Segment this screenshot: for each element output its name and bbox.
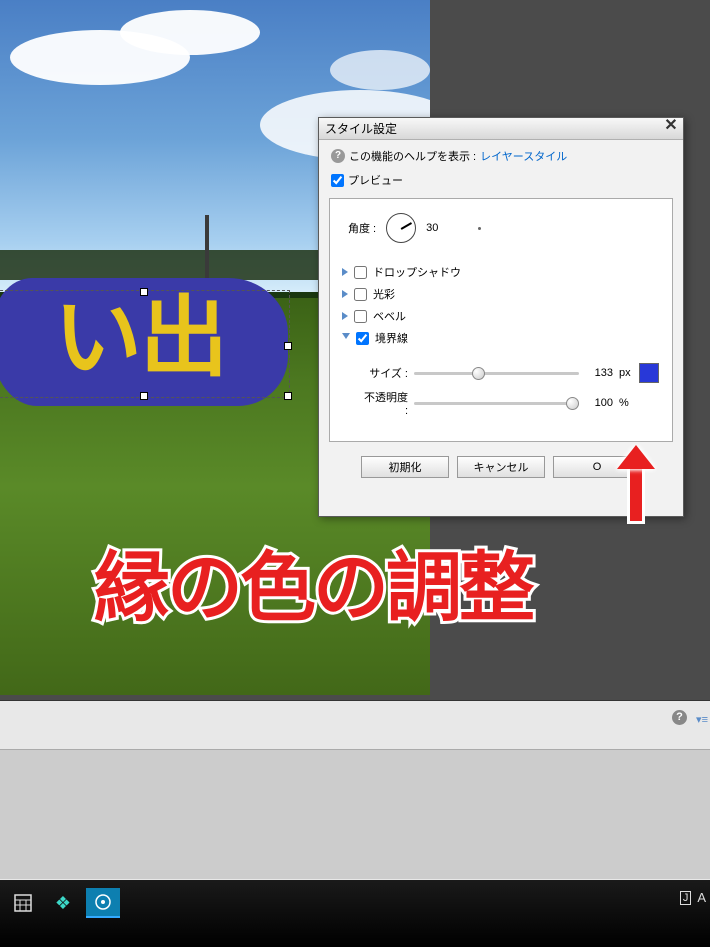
bevel-label: ベベル [373, 308, 406, 324]
slider-thumb[interactable] [566, 397, 579, 410]
help-row: ? この機能のヘルプを表示 : レイヤースタイル [319, 140, 683, 172]
help-icon[interactable]: ? [331, 149, 345, 163]
opacity-label: 不透明度 : [360, 389, 408, 417]
angle-dial[interactable] [386, 213, 416, 243]
taskbar-photoshop-elements-icon[interactable] [86, 888, 120, 918]
preview-label: プレビュー [348, 172, 403, 188]
glow-checkbox[interactable] [354, 288, 367, 301]
help-icon[interactable]: ? [672, 710, 687, 725]
angle-extra-dot [478, 227, 481, 230]
size-slider[interactable] [414, 372, 579, 375]
dialog-titlebar[interactable]: スタイル設定 ✕ [319, 118, 683, 140]
preview-checkbox[interactable] [331, 174, 344, 187]
slider-thumb[interactable] [472, 367, 485, 380]
transform-handle[interactable] [140, 288, 148, 296]
reset-button[interactable]: 初期化 [361, 456, 449, 478]
close-icon[interactable]: ✕ [661, 117, 681, 137]
drop-shadow-checkbox[interactable] [354, 266, 367, 279]
selection-box [0, 290, 290, 398]
taskbar: ❖ J A [0, 880, 710, 947]
disclosure-icon[interactable] [342, 290, 348, 298]
transform-handle[interactable] [284, 342, 292, 350]
size-unit: px [619, 367, 633, 379]
ime-indicator-icon[interactable]: J [680, 891, 692, 905]
disclosure-icon[interactable] [342, 268, 348, 276]
drop-shadow-row: ドロップシャドウ [342, 261, 660, 283]
taskbar-calculator-icon[interactable] [6, 888, 40, 918]
glow-label: 光彩 [373, 286, 395, 302]
preview-row: プレビュー [319, 172, 683, 198]
dropdown-icon[interactable]: ▾≡ [696, 713, 708, 726]
annotation-text: 縁の色の調整 [94, 526, 532, 636]
angle-row: 角度 : 30 [342, 213, 660, 243]
annotation-arrow-icon [621, 445, 651, 521]
sky-decoration [330, 50, 430, 90]
angle-value: 30 [426, 222, 438, 234]
bevel-checkbox[interactable] [354, 310, 367, 323]
taskbar-tray: J A [680, 890, 706, 905]
stroke-checkbox[interactable] [356, 332, 369, 345]
stroke-row: 境界線 [342, 327, 660, 349]
stroke-color-swatch[interactable] [639, 363, 659, 383]
disclosure-icon[interactable] [342, 333, 350, 343]
bevel-row: ベベル [342, 305, 660, 327]
size-label: サイズ : [360, 365, 408, 381]
opacity-value: 100 [585, 397, 613, 409]
glow-row: 光彩 [342, 283, 660, 305]
transform-handle[interactable] [140, 392, 148, 400]
taskbar-app-icon[interactable]: ❖ [46, 888, 80, 918]
angle-label: 角度 : [348, 220, 376, 236]
opacity-slider[interactable] [414, 402, 579, 405]
disclosure-icon[interactable] [342, 312, 348, 320]
opacity-unit: % [619, 397, 633, 409]
stroke-settings: サイズ : 133 px 不透明度 : 100 % [342, 349, 660, 417]
sky-decoration [120, 10, 260, 55]
thumbnail-strip[interactable] [0, 749, 710, 879]
pole-decoration [205, 215, 209, 280]
help-prefix: この機能のヘルプを表示 : [349, 148, 476, 164]
drop-shadow-label: ドロップシャドウ [373, 264, 461, 280]
dialog-title: スタイル設定 [325, 120, 397, 137]
ime-mode[interactable]: A [697, 890, 706, 905]
opacity-slider-row: 不透明度 : 100 % [360, 389, 660, 417]
text-layer-selection[interactable]: い出 [0, 278, 288, 406]
transform-handle[interactable] [284, 392, 292, 400]
cancel-button[interactable]: キャンセル [457, 456, 545, 478]
size-value: 133 [585, 367, 613, 379]
lower-panel: ? ▾≡ [0, 700, 710, 880]
help-link[interactable]: レイヤースタイル [480, 148, 567, 164]
effects-panel: 角度 : 30 ドロップシャドウ 光彩 ベベル 境界線 [329, 198, 673, 442]
stroke-label: 境界線 [375, 330, 408, 346]
size-slider-row: サイズ : 133 px [360, 363, 660, 383]
